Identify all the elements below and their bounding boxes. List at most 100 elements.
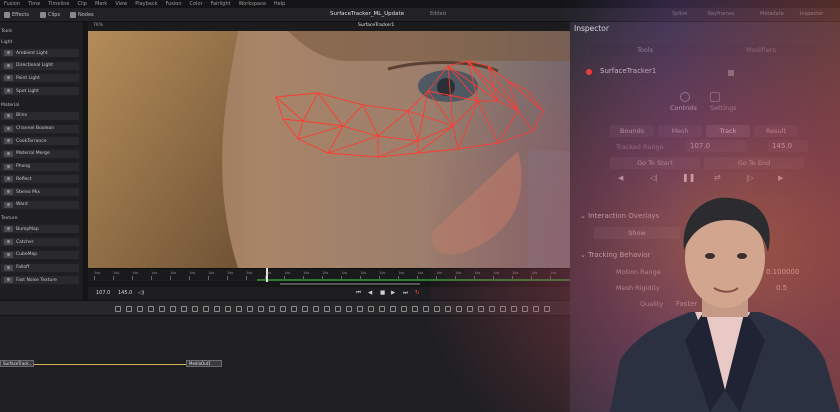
tool-icon[interactable]	[291, 306, 297, 312]
scrub-handle[interactable]	[280, 283, 420, 285]
loop-icon[interactable]: ↻	[415, 290, 420, 297]
go-to-start-button[interactable]: Go To Start	[610, 157, 700, 169]
tool-icon[interactable]	[456, 306, 462, 312]
tool-icon[interactable]	[203, 306, 209, 312]
play-reverse-icon[interactable]: ◀	[368, 290, 372, 297]
menu-item[interactable]: Fusion	[0, 0, 24, 8]
tool-icon[interactable]	[379, 306, 385, 312]
menu-item[interactable]: Fairlight	[207, 0, 235, 8]
clips-button[interactable]: Clips	[40, 11, 60, 19]
mode-result-button[interactable]: Result	[754, 125, 798, 137]
mediaout-node[interactable]: MediaOut1	[186, 360, 222, 367]
tool-icon[interactable]	[214, 306, 220, 312]
keyframes-button[interactable]: Keyframes	[708, 11, 735, 17]
surfacetracker-node[interactable]: SurfaceTrack...	[0, 360, 34, 367]
track-forward-icon[interactable]: ▶	[778, 174, 783, 182]
render-end-field[interactable]: 145.0	[118, 290, 132, 296]
effect-item[interactable]: Ward	[0, 199, 80, 210]
tool-icon[interactable]	[225, 306, 231, 312]
tab-controls[interactable]: Controls	[670, 104, 697, 112]
effect-item[interactable]: Channel Boolean	[0, 123, 80, 134]
inspector-button[interactable]: Inspector	[800, 11, 823, 17]
node-color-icon[interactable]	[728, 70, 734, 76]
menu-item[interactable]: Color	[186, 0, 207, 8]
tool-icon[interactable]	[258, 306, 264, 312]
go-to-end-icon[interactable]: ⏭	[403, 290, 408, 297]
zoom-level[interactable]: 76%	[93, 23, 103, 28]
effect-item[interactable]: Stereo Mix	[0, 187, 80, 197]
tool-icon[interactable]	[302, 306, 308, 312]
effects-category[interactable]: Tools	[0, 28, 83, 36]
effect-item[interactable]: Catcher	[0, 237, 80, 248]
tool-icon[interactable]	[181, 306, 187, 312]
effect-item[interactable]: Directional Light	[0, 60, 80, 71]
tool-icon[interactable]	[500, 306, 506, 312]
controls-icon[interactable]	[680, 92, 690, 102]
go-to-start-icon[interactable]: ⏮	[356, 290, 361, 297]
tool-icon[interactable]	[511, 306, 517, 312]
viewer-canvas[interactable]	[88, 31, 570, 268]
effect-item[interactable]: Point Light	[0, 73, 80, 84]
tool-icon[interactable]	[445, 306, 451, 312]
render-start-field[interactable]: 107.0	[96, 290, 110, 296]
effect-item[interactable]: Blinn	[0, 110, 80, 121]
menu-item[interactable]: Workspace	[235, 0, 270, 8]
settings-icon[interactable]	[710, 92, 720, 102]
tool-icon[interactable]	[280, 306, 286, 312]
tool-icon[interactable]	[346, 306, 352, 312]
mode-track-button[interactable]: Track	[706, 125, 750, 137]
mode-bounds-button[interactable]: Bounds	[610, 125, 654, 137]
nodes-button[interactable]: Nodes	[70, 11, 94, 19]
effects-button[interactable]: Effects	[4, 11, 29, 19]
effect-item[interactable]: Ambient Light	[0, 48, 80, 58]
tool-icon[interactable]	[335, 306, 341, 312]
tool-icon[interactable]	[522, 306, 528, 312]
effect-item[interactable]: Falloff	[0, 262, 80, 273]
menu-item[interactable]: Mark	[91, 0, 111, 8]
menu-item[interactable]: Clip	[74, 0, 91, 8]
tool-icon[interactable]	[170, 306, 176, 312]
tab-modifiers[interactable]: Modifiers	[706, 44, 816, 56]
tool-icon[interactable]	[390, 306, 396, 312]
tool-icon[interactable]	[478, 306, 484, 312]
effect-item[interactable]: Reflect	[0, 174, 80, 185]
tool-icon[interactable]	[148, 306, 154, 312]
effect-item[interactable]: CookTorrance	[0, 136, 80, 147]
tool-icon[interactable]	[126, 306, 132, 312]
tab-settings[interactable]: Settings	[710, 104, 737, 112]
track-backward-icon[interactable]: ◀	[618, 174, 623, 182]
menu-item[interactable]: Help	[270, 0, 289, 8]
menu-item[interactable]: View	[111, 0, 131, 8]
playhead[interactable]	[266, 268, 268, 282]
stop-icon[interactable]: ■	[380, 290, 385, 297]
tool-icon[interactable]	[489, 306, 495, 312]
mode-mesh-button[interactable]: Mesh	[658, 125, 702, 137]
go-to-end-button[interactable]: Go To End	[704, 157, 804, 169]
effects-category[interactable]: Material	[0, 102, 83, 110]
tool-icon[interactable]	[533, 306, 539, 312]
menu-item[interactable]: Fusion	[162, 0, 186, 8]
effect-item[interactable]: Phong	[0, 161, 80, 172]
tool-icon[interactable]	[368, 306, 374, 312]
tool-icon[interactable]	[467, 306, 473, 312]
effect-item[interactable]: Fast Noise Texture	[0, 275, 80, 286]
tool-icon[interactable]	[159, 306, 165, 312]
tool-icon[interactable]	[544, 306, 550, 312]
play-icon[interactable]: ▶	[391, 290, 395, 297]
menu-item[interactable]: Time	[24, 0, 44, 8]
tool-icon[interactable]	[247, 306, 253, 312]
tool-icon[interactable]	[434, 306, 440, 312]
audio-icon[interactable]: ◁)	[138, 290, 144, 297]
tool-icon[interactable]	[313, 306, 319, 312]
menu-item[interactable]: Timeline	[44, 0, 73, 8]
effect-item[interactable]: CubeMap	[0, 249, 80, 260]
track-pause-icon[interactable]: ❚❚	[682, 173, 695, 182]
metadata-button[interactable]: Metadata	[760, 11, 784, 17]
effects-category[interactable]: Light	[0, 39, 83, 47]
tool-icon[interactable]	[324, 306, 330, 312]
track-swap-icon[interactable]: ⇄	[714, 173, 721, 182]
spline-button[interactable]: Spline	[672, 11, 687, 17]
tool-icon[interactable]	[357, 306, 363, 312]
tool-icon[interactable]	[269, 306, 275, 312]
tool-icon[interactable]	[236, 306, 242, 312]
